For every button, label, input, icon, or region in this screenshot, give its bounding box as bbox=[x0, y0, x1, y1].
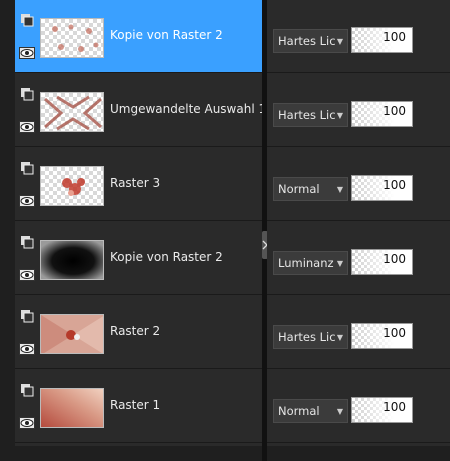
blend-mode-label: Luminanz (V) bbox=[278, 256, 335, 270]
opacity-slider[interactable]: 100 bbox=[351, 397, 413, 423]
opacity-value: 100 bbox=[383, 30, 406, 44]
blend-mode-label: Normal bbox=[278, 182, 320, 196]
layer-name: Kopie von Raster 2 bbox=[110, 250, 223, 264]
blend-mode-dropdown[interactable]: Normal ▼ bbox=[273, 177, 348, 201]
opacity-value: 100 bbox=[383, 104, 406, 118]
blend-mode-dropdown[interactable]: Luminanz (V)▼ bbox=[273, 251, 348, 275]
opacity-slider[interactable]: 100 bbox=[351, 101, 413, 127]
eye-icon[interactable] bbox=[19, 45, 35, 61]
layer-visibility-icon[interactable] bbox=[19, 12, 35, 28]
layer-thumbnail bbox=[40, 314, 104, 354]
layer-row-kopie-raster2[interactable]: Kopie von Raster 2 bbox=[15, 222, 262, 295]
eye-icon[interactable] bbox=[19, 341, 35, 357]
eye-icon[interactable] bbox=[19, 267, 35, 283]
opacity-value: 100 bbox=[383, 252, 406, 266]
layer-props-row: Normal ▼ 100 bbox=[267, 148, 450, 221]
blend-mode-dropdown[interactable]: Hartes Licht▼ bbox=[273, 103, 348, 127]
layer-thumbnail bbox=[40, 18, 104, 58]
blend-mode-dropdown[interactable]: Hartes Licht▼ bbox=[273, 325, 348, 349]
chevron-down-icon: ▼ bbox=[336, 184, 343, 194]
layer-row-umgewandelte-auswahl[interactable]: Umgewandelte Auswahl 1 bbox=[15, 74, 266, 147]
layer-row-raster1[interactable]: Raster 1 bbox=[15, 370, 262, 443]
opacity-slider[interactable]: 100 bbox=[351, 323, 413, 349]
layer-visibility-icon[interactable] bbox=[19, 160, 35, 176]
layer-thumbnail bbox=[40, 166, 104, 206]
opacity-slider[interactable]: 100 bbox=[351, 27, 413, 53]
layer-thumbnail bbox=[40, 388, 104, 428]
eye-icon[interactable] bbox=[19, 193, 35, 209]
layer-visibility-icon[interactable] bbox=[19, 308, 35, 324]
opacity-slider[interactable]: 100 bbox=[351, 249, 413, 275]
chevron-down-icon: ▼ bbox=[336, 332, 343, 342]
layer-properties-column: Hartes Licht▼ 100 Hartes Licht▼ 100 Norm… bbox=[267, 0, 450, 446]
layer-name: Kopie von Raster 2 bbox=[110, 28, 223, 42]
opacity-value: 100 bbox=[383, 178, 406, 192]
chevron-down-icon: ▼ bbox=[336, 36, 343, 46]
layer-visibility-icon[interactable] bbox=[19, 86, 35, 102]
eye-icon[interactable] bbox=[19, 415, 35, 431]
layer-list: Kopie von Raster 2 Umgewandelte Auswahl … bbox=[15, 0, 266, 446]
layer-props-row: Luminanz (V)▼ 100 bbox=[267, 222, 450, 295]
layer-props-row: Hartes Licht▼ 100 bbox=[267, 74, 450, 147]
blend-mode-dropdown[interactable]: Normal ▼ bbox=[273, 399, 348, 423]
layer-visibility-icon[interactable] bbox=[19, 382, 35, 398]
blend-mode-label: Hartes Licht bbox=[278, 34, 335, 48]
opacity-value: 100 bbox=[383, 326, 406, 340]
layer-row-kopie-raster2-top[interactable]: Kopie von Raster 2 bbox=[15, 0, 262, 73]
opacity-slider[interactable]: 100 bbox=[351, 175, 413, 201]
eye-icon[interactable] bbox=[19, 119, 35, 135]
blend-mode-label: Normal bbox=[278, 404, 320, 418]
opacity-value: 100 bbox=[383, 400, 406, 414]
chevron-down-icon: ▼ bbox=[336, 406, 343, 416]
layer-name: Raster 3 bbox=[110, 176, 161, 190]
layer-name: Umgewandelte Auswahl 1 bbox=[110, 102, 267, 116]
layer-props-row: Hartes Licht▼ 100 bbox=[267, 0, 450, 73]
chevron-down-icon: ▼ bbox=[336, 258, 343, 268]
layer-row-raster2[interactable]: Raster 2 bbox=[15, 296, 262, 369]
layer-name: Raster 1 bbox=[110, 398, 161, 412]
layer-row-raster3[interactable]: Raster 3 bbox=[15, 148, 262, 221]
blend-mode-label: Hartes Licht bbox=[278, 330, 335, 344]
blend-mode-label: Hartes Licht bbox=[278, 108, 335, 122]
layer-visibility-icon[interactable] bbox=[19, 234, 35, 250]
chevron-down-icon: ▼ bbox=[336, 110, 343, 120]
layer-props-row: Normal ▼ 100 bbox=[267, 370, 450, 443]
blend-mode-dropdown[interactable]: Hartes Licht▼ bbox=[273, 29, 348, 53]
layer-props-row: Hartes Licht▼ 100 bbox=[267, 296, 450, 369]
layer-name: Raster 2 bbox=[110, 324, 161, 338]
layer-thumbnail bbox=[40, 240, 104, 280]
layer-thumbnail bbox=[40, 92, 104, 132]
